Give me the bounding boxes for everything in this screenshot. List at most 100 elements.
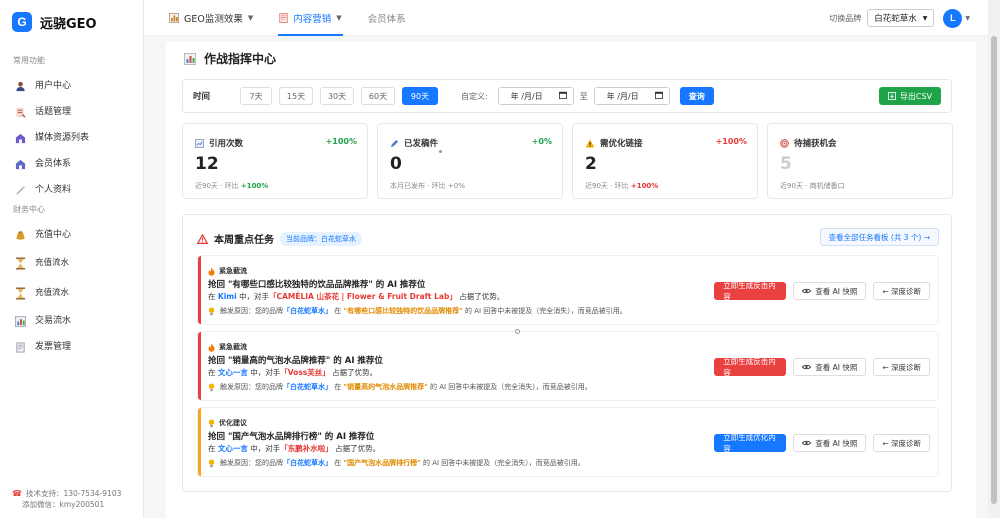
hourglass-icon	[14, 287, 26, 299]
chevron-down-icon: ▼	[247, 13, 254, 22]
sidebar-item-recharge[interactable]: 充值中心	[0, 222, 143, 248]
to-label: 至	[579, 91, 588, 101]
ai-model-name: 文心一言	[217, 368, 248, 377]
profile-icon	[14, 184, 26, 196]
lightbulb-icon	[208, 307, 215, 316]
sidebar-item-media[interactable]: 媒体资源列表	[0, 125, 143, 151]
stat-change: +100%	[715, 137, 747, 146]
scrollbar-thumb[interactable]	[991, 36, 997, 504]
invoice-icon	[14, 341, 26, 353]
member-icon	[14, 158, 26, 170]
pencil-icon	[390, 139, 399, 148]
competitor-name: 「东鹏补水啦」	[280, 444, 333, 453]
filter-bar: 时间 7天 15天 30天 60天 90天 自定义: 年 /月/日 至 年 /月…	[182, 79, 952, 113]
sidebar-item-member[interactable]: 会员体系	[0, 151, 143, 177]
task-card: 紧急截流 抢回 "销量高的气泡水品牌推荐" 的 AI 推荐位 在 文心一言 中，…	[197, 331, 939, 401]
brand-select[interactable]: 白花蛇草水 ▼	[867, 9, 935, 27]
sidebar-item-label: 话题管理	[35, 106, 72, 117]
target-icon	[780, 138, 789, 148]
sidebar-item-label: 充值中心	[35, 229, 72, 240]
tab-label: GEO监测效果	[184, 13, 243, 25]
media-icon	[14, 132, 26, 144]
eye-icon	[802, 364, 812, 370]
view-snapshot-button[interactable]: 查看 AI 快照	[793, 282, 867, 300]
generate-counter-button[interactable]: 立即生成反击内容	[714, 281, 787, 301]
brand-name: 「白花蛇草水」	[283, 459, 332, 467]
generate-optimize-button[interactable]: 立即生成优化内容	[714, 433, 787, 453]
brand-badge: 当前品牌：白花蛇草水	[280, 231, 362, 246]
lightbulb-icon	[208, 419, 215, 428]
sidebar-item-user-center[interactable]: 用户中心	[0, 73, 143, 99]
start-date-input[interactable]: 年 /月/日	[497, 87, 574, 105]
brand-select-value: 白花蛇草水	[874, 14, 917, 24]
tab-geo-monitor[interactable]: GEO监测效果 ▼	[156, 0, 266, 36]
export-csv-label: 导出CSV	[899, 91, 933, 101]
stat-value: 0	[390, 154, 402, 174]
generate-counter-button[interactable]: 立即生成反击内容	[714, 357, 787, 377]
deep-diagnose-button[interactable]: ← 深度诊断	[873, 282, 930, 300]
competitor-name: 「Voss芙丝」	[280, 368, 330, 377]
support-phone: ☎ 技术支持：130-7534-9103	[12, 489, 122, 498]
tab-content-marketing[interactable]: 内容营销 ▼	[266, 0, 354, 36]
task-stripe	[198, 256, 201, 324]
view-snapshot-button[interactable]: 查看 AI 快照	[793, 434, 867, 452]
topbar-right: 切换品牌 白花蛇草水 ▼ L ▼	[829, 0, 970, 36]
task-reason: 触发原因：您的品牌 「白花蛇草水」 在 "国产气泡水品牌排行榜" 的 AI 回答中…	[208, 458, 585, 468]
app-logo[interactable]: G 远骁GEO	[0, 4, 143, 40]
task-stripe	[198, 332, 201, 400]
logo-mark: G	[12, 12, 32, 32]
competitor-name: 「CAMÉLIA 山茶花 | Flower & Fruit Draft Lab」	[269, 292, 457, 301]
stat-title: 已发稿件	[404, 139, 439, 149]
task-stripe	[198, 408, 201, 476]
sidebar-item-transactions[interactable]: 交易流水	[0, 308, 143, 334]
sidebar-item-profile[interactable]: 个人资料	[0, 177, 143, 203]
stat-card-citations: 引用次数 +100% 12 近90天 · 环比 +100%	[182, 123, 368, 199]
scrollbar[interactable]	[988, 0, 1000, 518]
lightbulb-icon	[208, 383, 215, 392]
task-reason: 触发原因：您的品牌 「白花蛇草水」 在 "有哪些口感比较独特的饮品品牌推荐" 的 …	[208, 306, 627, 316]
stat-value: 12	[195, 154, 219, 174]
deep-diagnose-button[interactable]: ← 深度诊断	[873, 434, 930, 452]
tab-membership[interactable]: 会员体系	[355, 0, 419, 36]
document-icon	[279, 12, 288, 23]
sidebar-item-recharge-flow[interactable]: 充值流水	[0, 248, 143, 278]
sidebar-item-invoice[interactable]: 发票管理	[0, 334, 143, 360]
end-date-input[interactable]: 年 /月/日	[593, 87, 670, 105]
export-csv-button[interactable]: 导出CSV	[879, 87, 941, 105]
sidebar-item-recharge-flow-2[interactable]: 充值流水	[0, 278, 143, 308]
query-button[interactable]: 查询	[679, 87, 714, 105]
range-30d-button[interactable]: 30天	[320, 87, 355, 105]
view-all-tasks-button[interactable]: 查看全部任务看板 (共 3 个) →	[819, 228, 939, 246]
deep-diagnose-button[interactable]: ← 深度诊断	[873, 358, 930, 376]
task-title: 抢回 "销量高的气泡水品牌推荐" 的 AI 推荐位	[208, 356, 383, 366]
date-placeholder: 年 /月/日	[606, 91, 639, 101]
download-icon	[887, 92, 896, 100]
range-90d-button[interactable]: 90天	[402, 87, 439, 105]
range-7d-button[interactable]: 7天	[240, 87, 273, 105]
stat-card-opportunities: 待捕获机会 5 近90天 · 商机储备口	[767, 123, 953, 199]
flame-icon	[208, 267, 215, 276]
brand-name: 「白花蛇草水」	[283, 383, 332, 391]
chevron-down-icon[interactable]: ▼	[965, 15, 970, 22]
date-placeholder: 年 /月/日	[510, 91, 543, 101]
stat-subtitle: 本月已发布 · 环比 +0%	[390, 182, 465, 190]
support-wechat: 添加微信：kmy200501	[22, 500, 105, 509]
stat-subtitle: 近90天 · 商机储备口	[780, 182, 845, 190]
view-snapshot-button[interactable]: 查看 AI 快照	[793, 358, 867, 376]
sidebar-item-label: 充值流水	[35, 257, 70, 268]
task-tag: 优化建议	[219, 419, 247, 427]
chart-bar-icon	[195, 138, 204, 148]
avatar[interactable]: L	[943, 8, 963, 28]
range-60d-button[interactable]: 60天	[361, 87, 396, 105]
sidebar-item-label: 媒体资源列表	[35, 132, 90, 143]
sidebar-item-topic[interactable]: 话题管理	[0, 99, 143, 125]
sidebar-item-label: 充值流水	[35, 287, 70, 298]
range-15d-button[interactable]: 15天	[279, 87, 314, 105]
wallet-icon	[14, 229, 26, 241]
calendar-icon	[558, 91, 567, 101]
query-text: "国产气泡水品牌排行榜"	[343, 459, 421, 467]
chevron-down-icon: ▼	[336, 13, 342, 22]
warning-icon	[585, 139, 595, 148]
task-description: 在 Kimi 中，对手「CAMÉLIA 山茶花 | Flower & Fruit…	[208, 292, 505, 301]
stat-title: 待捕获机会	[794, 139, 837, 149]
